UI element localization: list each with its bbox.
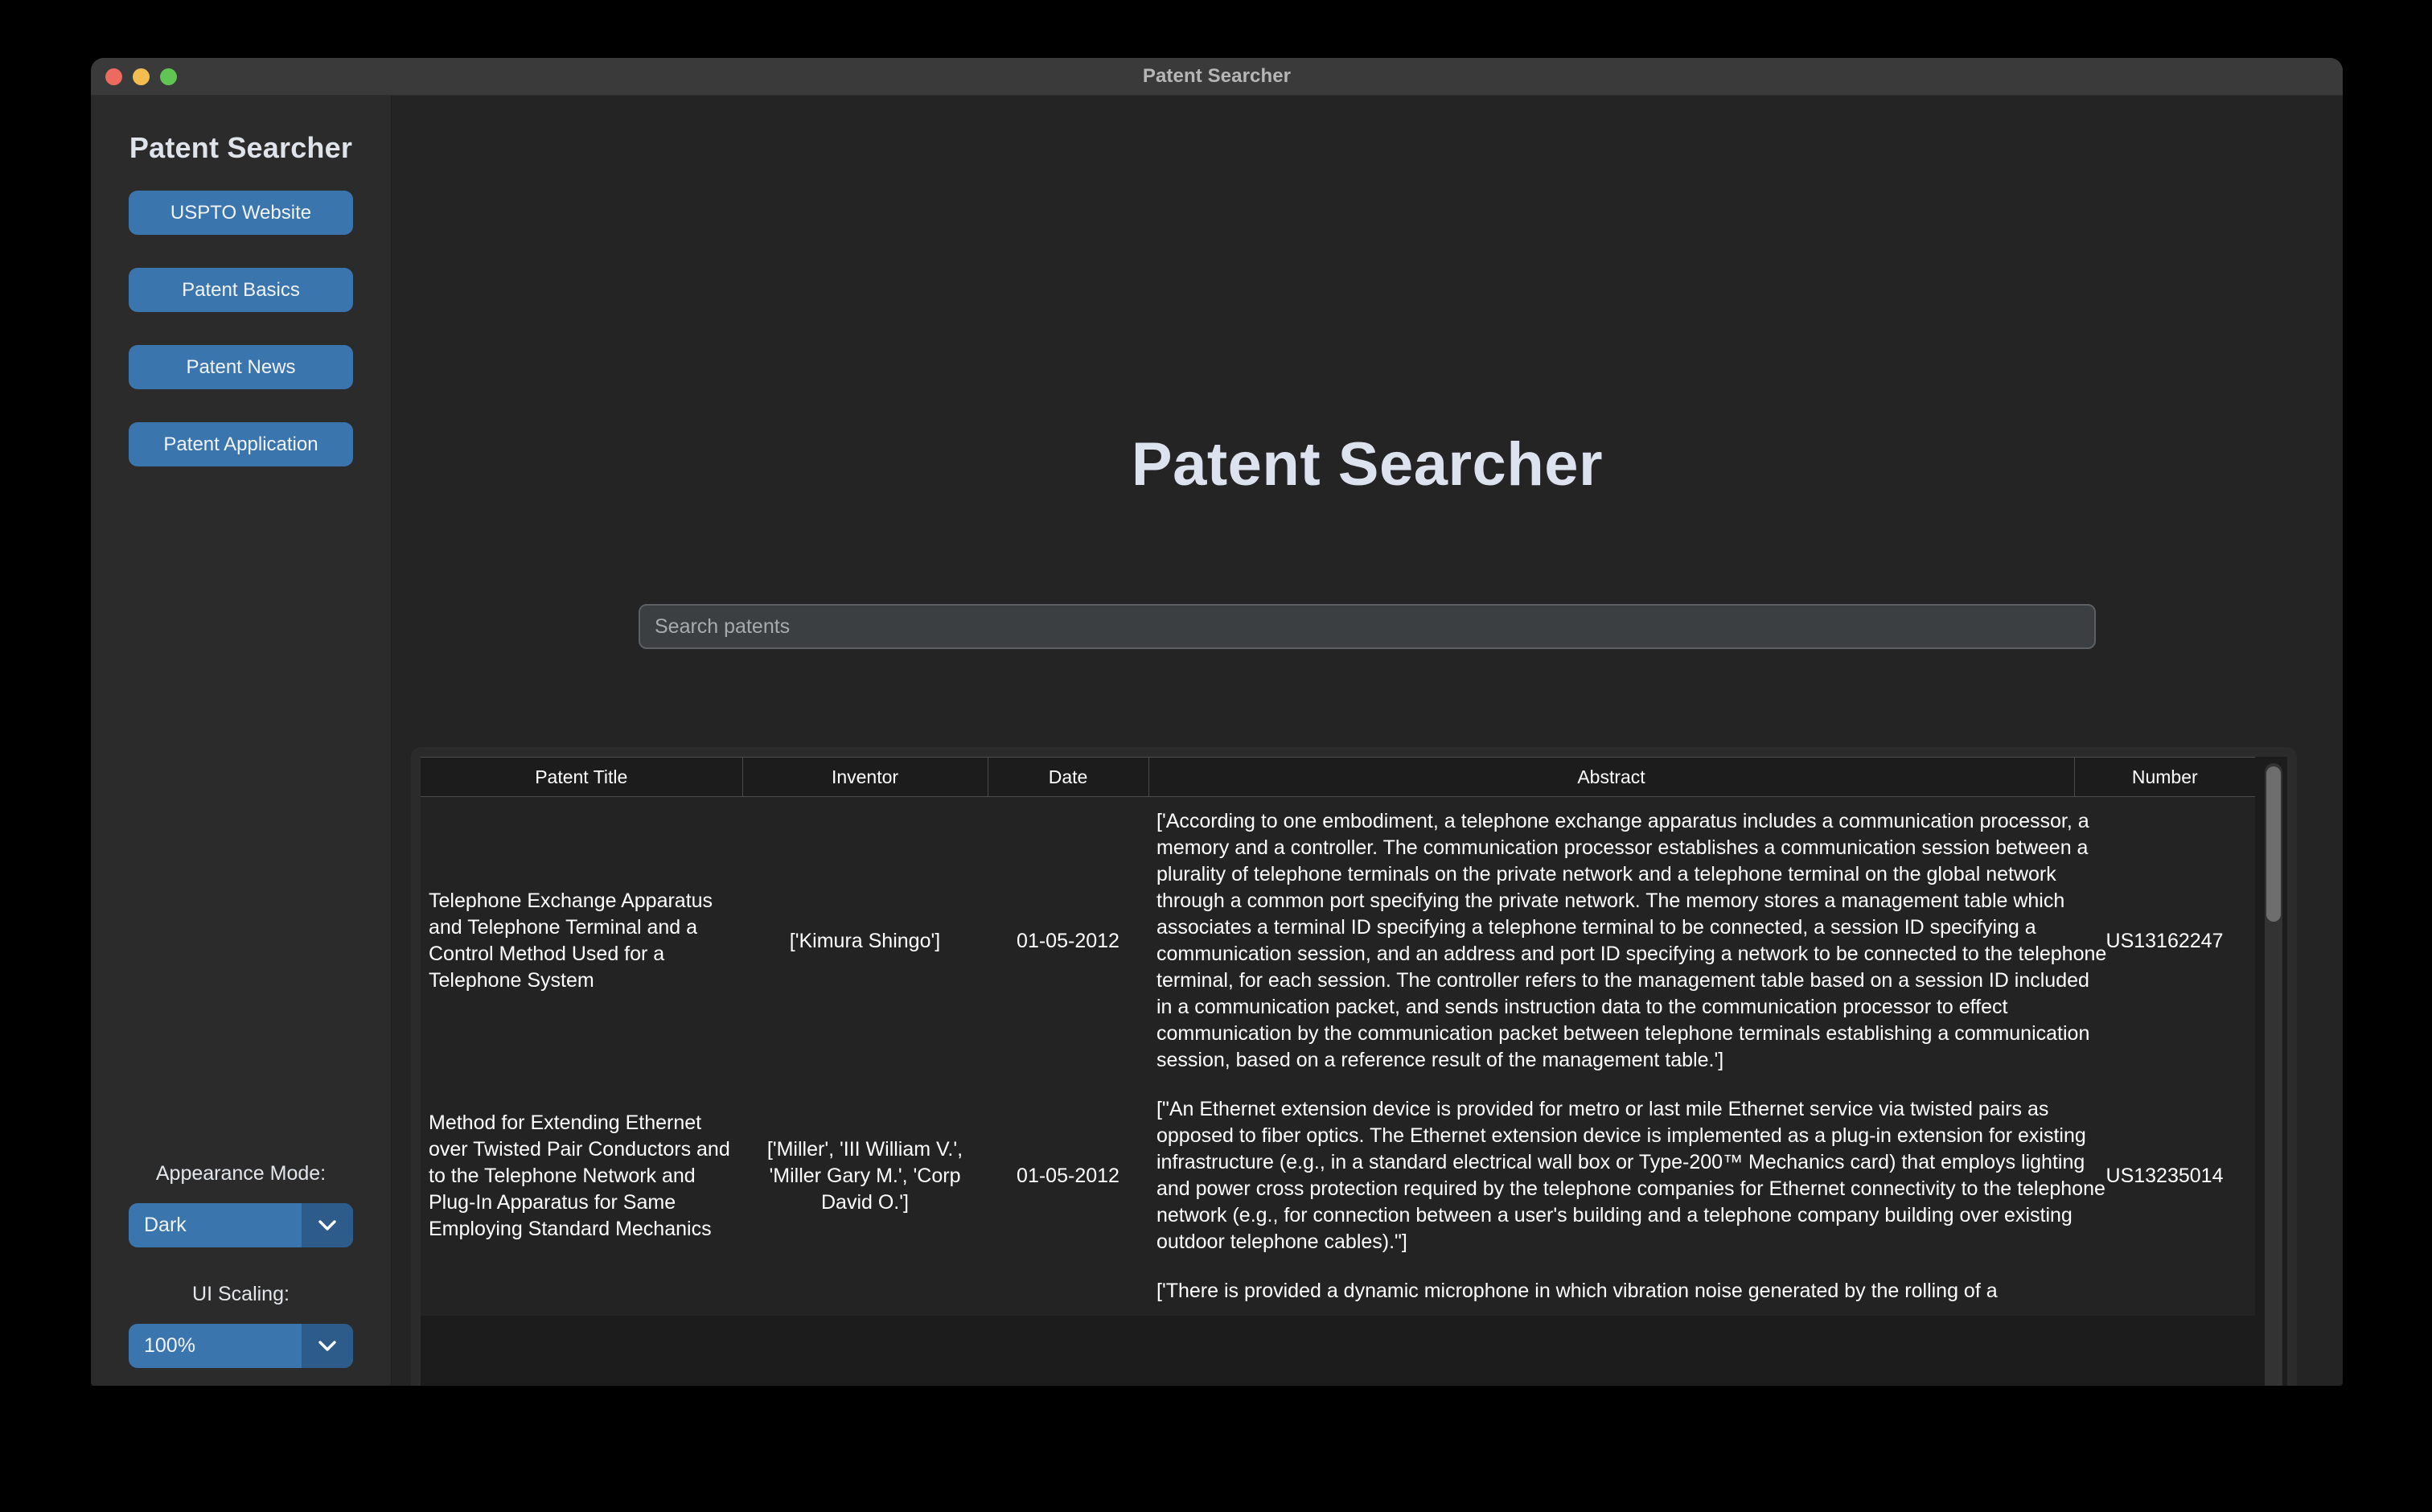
sidebar-item-patent-application[interactable]: Patent Application xyxy=(129,422,353,466)
cell-inventor: ['Miller', 'III William V.', 'Miller Gar… xyxy=(742,1085,988,1267)
table-header-row: Patent Title Inventor Date Abstract Numb… xyxy=(421,757,2255,797)
results-table-scrollbar-thumb[interactable] xyxy=(2266,766,2281,922)
cell-patent-title xyxy=(421,1267,742,1316)
minimize-window-icon[interactable] xyxy=(133,68,150,85)
table-row[interactable]: Method for Extending Ethernet over Twist… xyxy=(421,1085,2255,1267)
zoom-window-icon[interactable] xyxy=(160,68,177,85)
traffic-light-buttons xyxy=(105,58,177,95)
cell-inventor: ['Kimura Shingo'] xyxy=(742,796,988,1085)
patents-table: Patent Title Inventor Date Abstract Numb… xyxy=(421,757,2255,1316)
table-row[interactable]: Telephone Exchange Apparatus and Telepho… xyxy=(421,796,2255,1085)
table-row[interactable]: ['There is provided a dynamic microphone… xyxy=(421,1267,2255,1316)
sidebar-app-title: Patent Searcher xyxy=(129,131,353,164)
column-header-date[interactable]: Date xyxy=(988,757,1149,797)
cell-abstract-text: ['There is provided a dynamic microphone… xyxy=(1156,1280,1998,1302)
window-body: Patent Searcher USPTO Website Patent Bas… xyxy=(91,96,2343,1386)
cell-abstract: ['There is provided a dynamic microphone… xyxy=(1148,1267,2074,1316)
chevron-down-icon[interactable] xyxy=(302,1203,353,1247)
ui-scaling-label: UI Scaling: xyxy=(192,1283,290,1305)
results-table-scrollbar[interactable] xyxy=(2265,763,2282,1386)
cell-date: 01-05-2012 xyxy=(988,1085,1148,1267)
sidebar-settings: Appearance Mode: Dark UI Scaling: 100% xyxy=(91,1162,391,1368)
page-title: Patent Searcher xyxy=(1131,430,1604,499)
cell-inventor xyxy=(742,1267,988,1316)
ui-scaling-select[interactable]: 100% xyxy=(129,1324,353,1368)
cell-patent-title: Method for Extending Ethernet over Twist… xyxy=(421,1085,742,1267)
column-header-patent-title[interactable]: Patent Title xyxy=(421,757,743,797)
main-content: Patent Searcher Patent Title Inventor xyxy=(392,96,2343,1386)
appearance-mode-value: Dark xyxy=(144,1214,187,1236)
sidebar-nav-list: USPTO Website Patent Basics Patent News … xyxy=(91,191,391,499)
column-header-inventor[interactable]: Inventor xyxy=(742,757,988,797)
patents-table-body: Telephone Exchange Apparatus and Telepho… xyxy=(421,796,2255,1316)
sidebar-item-uspto-website[interactable]: USPTO Website xyxy=(129,191,353,235)
chevron-down-icon[interactable] xyxy=(302,1324,353,1368)
sidebar-item-patent-basics[interactable]: Patent Basics xyxy=(129,268,353,312)
column-header-abstract[interactable]: Abstract xyxy=(1148,757,2075,797)
results-table-frame: Patent Title Inventor Date Abstract Numb… xyxy=(411,747,2297,1386)
close-window-icon[interactable] xyxy=(105,68,122,85)
sidebar-item-patent-news[interactable]: Patent News xyxy=(129,345,353,389)
search-bar xyxy=(392,604,2343,649)
app-window: Patent Searcher Patent Searcher USPTO We… xyxy=(91,58,2343,1386)
cell-abstract: ["An Ethernet extension device is provid… xyxy=(1148,1085,2105,1267)
cell-date xyxy=(988,1267,1148,1316)
search-input[interactable] xyxy=(639,604,2096,649)
cell-patent-title: Telephone Exchange Apparatus and Telepho… xyxy=(421,796,742,1085)
column-header-number[interactable]: Number xyxy=(2074,757,2255,797)
cell-number xyxy=(2074,1267,2255,1316)
cell-abstract: ['According to one embodiment, a telepho… xyxy=(1148,796,2106,1085)
cell-abstract-text: ['According to one embodiment, a telepho… xyxy=(1156,810,2107,1071)
appearance-mode-select[interactable]: Dark xyxy=(129,1203,353,1247)
cell-date: 01-05-2012 xyxy=(988,796,1148,1085)
window-title: Patent Searcher xyxy=(1142,65,1292,87)
patents-table-head: Patent Title Inventor Date Abstract Numb… xyxy=(421,757,2255,797)
appearance-mode-label: Appearance Mode: xyxy=(155,1162,327,1185)
results-table-scroll-area: Patent Title Inventor Date Abstract Numb… xyxy=(421,757,2287,1386)
sidebar: Patent Searcher USPTO Website Patent Bas… xyxy=(91,96,392,1386)
window-titlebar: Patent Searcher xyxy=(91,58,2343,96)
cell-abstract-text: ["An Ethernet extension device is provid… xyxy=(1156,1098,2105,1253)
ui-scaling-value: 100% xyxy=(144,1334,195,1357)
